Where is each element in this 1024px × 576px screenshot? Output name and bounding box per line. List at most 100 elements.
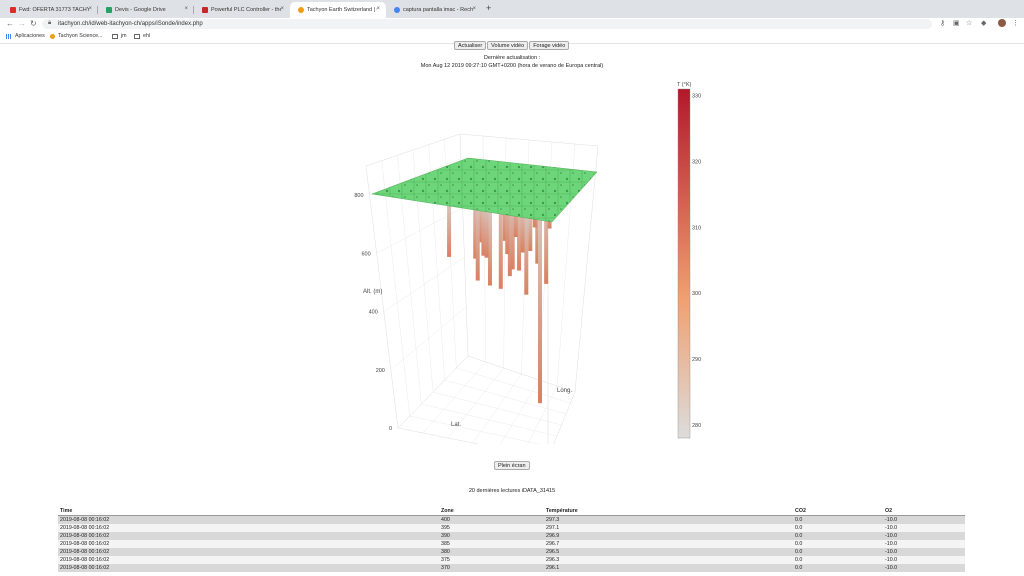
z-tick-label: 200 xyxy=(376,368,385,374)
table-row: 2019-08-08 00:16:02 390 296.9 0.0 -10.0 xyxy=(58,532,965,540)
fullscreen-button[interactable]: Plein écran xyxy=(494,461,530,470)
table-cell: 296.3 xyxy=(544,556,793,564)
col-header-temperature: Température xyxy=(544,507,793,516)
table-cell: -10.0 xyxy=(883,515,965,524)
bookmark-label: jm xyxy=(121,33,127,39)
table-cell: -10.0 xyxy=(883,540,965,548)
table-cell: 385 xyxy=(439,540,544,548)
table-cell: 296.9 xyxy=(544,532,793,540)
col-header-time: Time xyxy=(58,507,439,516)
tachyon-icon xyxy=(298,7,304,13)
bookmark-folder-jm[interactable]: jm xyxy=(112,33,127,39)
table-cell: 0.0 xyxy=(793,524,883,532)
table-header-row: Time Zone Température CO2 O2 xyxy=(58,507,965,516)
table-cell: 400 xyxy=(439,515,544,524)
readings-table: Time Zone Température CO2 O2 2019-08-08 … xyxy=(58,507,965,572)
colorbar-tick-label: 330 xyxy=(692,94,701,100)
browser-tab[interactable]: Devis - Google Drive × xyxy=(98,2,194,18)
close-tab-icon[interactable]: × xyxy=(376,6,380,12)
table-cell: 296.7 xyxy=(544,540,793,548)
colorbar xyxy=(677,88,691,439)
table-cell: 380 xyxy=(439,548,544,556)
table-row: 2019-08-08 00:16:02 395 297.1 0.0 -10.0 xyxy=(58,524,965,532)
folder-icon xyxy=(134,33,140,39)
table-cell: 2019-08-08 00:16:02 xyxy=(58,524,439,532)
table-cell: 370 xyxy=(439,564,544,572)
close-tab-icon[interactable]: × xyxy=(472,6,476,12)
lock-icon: 🔒︎ xyxy=(48,20,52,26)
key-icon[interactable]: ⚷ xyxy=(940,20,945,28)
table-cell: -10.0 xyxy=(883,556,965,564)
browser-toolbar: ← → ↻ 🔒︎ itachyon.ch/id/web-itachyon-ch/… xyxy=(0,18,1024,30)
table-cell: -10.0 xyxy=(883,564,965,572)
forward-icon[interactable]: → xyxy=(18,19,26,29)
tab-title: Powerful PLC Controller - the xyxy=(211,7,281,13)
colorbar-title: T (°K) xyxy=(677,82,691,88)
new-tab-button[interactable]: + xyxy=(486,3,491,13)
colorbar-tick-label: 290 xyxy=(692,357,701,363)
translate-icon[interactable]: ▣ xyxy=(953,20,960,28)
plc-icon xyxy=(202,7,208,13)
z-tick-label: 400 xyxy=(369,310,378,316)
table-title: 20 dernières lectures iDATA_31415 xyxy=(468,488,556,494)
colorbar-tick-label: 320 xyxy=(692,159,701,165)
bookmark-apps[interactable]: Aplicaciones xyxy=(6,33,45,39)
table-cell: 0.0 xyxy=(793,540,883,548)
table-cell: 0.0 xyxy=(793,515,883,524)
colorbar-tick-label: 310 xyxy=(692,225,701,231)
page-content: Actualiser Volume vidéo Forage vidéo Der… xyxy=(0,41,1024,576)
table-row: 2019-08-08 00:16:02 380 296.5 0.0 -10.0 xyxy=(58,548,965,556)
close-tab-icon[interactable]: × xyxy=(280,6,284,12)
browser-tab-active[interactable]: Tachyon Earth Switzerland | © × xyxy=(290,2,386,18)
avatar[interactable] xyxy=(998,19,1006,27)
menu-icon[interactable]: ⋮ xyxy=(1012,20,1019,28)
bookmark-label: Aplicaciones xyxy=(15,33,45,39)
star-icon[interactable]: ☆ xyxy=(966,20,972,28)
apps-grid-icon xyxy=(6,33,12,39)
tab-title: Tachyon Earth Switzerland | © xyxy=(307,7,377,13)
z-tick-label: 600 xyxy=(361,251,370,257)
table-cell: 0.0 xyxy=(793,532,883,540)
table-cell: -10.0 xyxy=(883,532,965,540)
close-tab-icon[interactable]: × xyxy=(184,6,188,12)
x-axis-title: Long. xyxy=(557,388,572,394)
browser-tab[interactable]: Powerful PLC Controller - the × xyxy=(194,2,290,18)
table-row: 2019-08-08 00:16:02 385 296.7 0.0 -10.0 xyxy=(58,540,965,548)
table-cell: 2019-08-08 00:16:02 xyxy=(58,532,439,540)
table-cell: 390 xyxy=(439,532,544,540)
tab-title: captura pantalla imac - Recher xyxy=(403,7,473,13)
table-row: 2019-08-08 00:16:02 370 296.1 0.0 -10.0 xyxy=(58,564,965,572)
col-header-zone: Zone xyxy=(439,507,544,516)
tab-title: Fwd: OFERTA 31773 TACHYON xyxy=(19,7,89,13)
table-row: 2019-08-08 00:16:02 375 296.3 0.0 -10.0 xyxy=(58,556,965,564)
address-bar[interactable]: 🔒︎ itachyon.ch/id/web-itachyon-ch/apps/i… xyxy=(42,19,932,29)
col-header-co2: CO2 xyxy=(793,507,883,516)
url-text[interactable]: itachyon.ch/id/web-itachyon-ch/apps/iSon… xyxy=(58,20,203,28)
browser-tab[interactable]: Fwd: OFERTA 31773 TACHYON × xyxy=(2,2,98,18)
table-cell: 297.1 xyxy=(544,524,793,532)
table-cell: 296.5 xyxy=(544,548,793,556)
table-cell: 0.0 xyxy=(793,556,883,564)
z-axis-title: Alt. (m) xyxy=(363,289,382,295)
table-cell: 0.0 xyxy=(793,564,883,572)
probe-3d-plot[interactable]: 0 200 400 600 800 Alt. (m) Long. Lat. T (°K)… xyxy=(0,44,1024,444)
bookmark-tachyon[interactable]: Tachyon Science... xyxy=(50,33,102,39)
tachyon-icon xyxy=(50,33,55,39)
tab-title: Devis - Google Drive xyxy=(115,7,166,13)
table-cell: 2019-08-08 00:16:02 xyxy=(58,556,439,564)
folder-icon xyxy=(112,33,118,39)
table-cell: 375 xyxy=(439,556,544,564)
z-tick-label: 0 xyxy=(389,426,392,432)
table-cell: 0.0 xyxy=(793,548,883,556)
google-icon xyxy=(394,7,400,13)
bookmark-folder-ehl[interactable]: ehl xyxy=(134,33,150,39)
colorbar-tick-label: 300 xyxy=(692,291,701,297)
table-cell: -10.0 xyxy=(883,524,965,532)
y-axis-title: Lat. xyxy=(451,422,461,428)
reload-icon[interactable]: ↻ xyxy=(30,19,37,29)
browser-tab[interactable]: captura pantalla imac - Recher × xyxy=(386,2,482,18)
extension-icon[interactable]: ◆ xyxy=(981,20,986,28)
close-tab-icon[interactable]: × xyxy=(88,6,92,12)
probe-bar xyxy=(487,201,492,286)
back-icon[interactable]: ← xyxy=(6,19,14,29)
